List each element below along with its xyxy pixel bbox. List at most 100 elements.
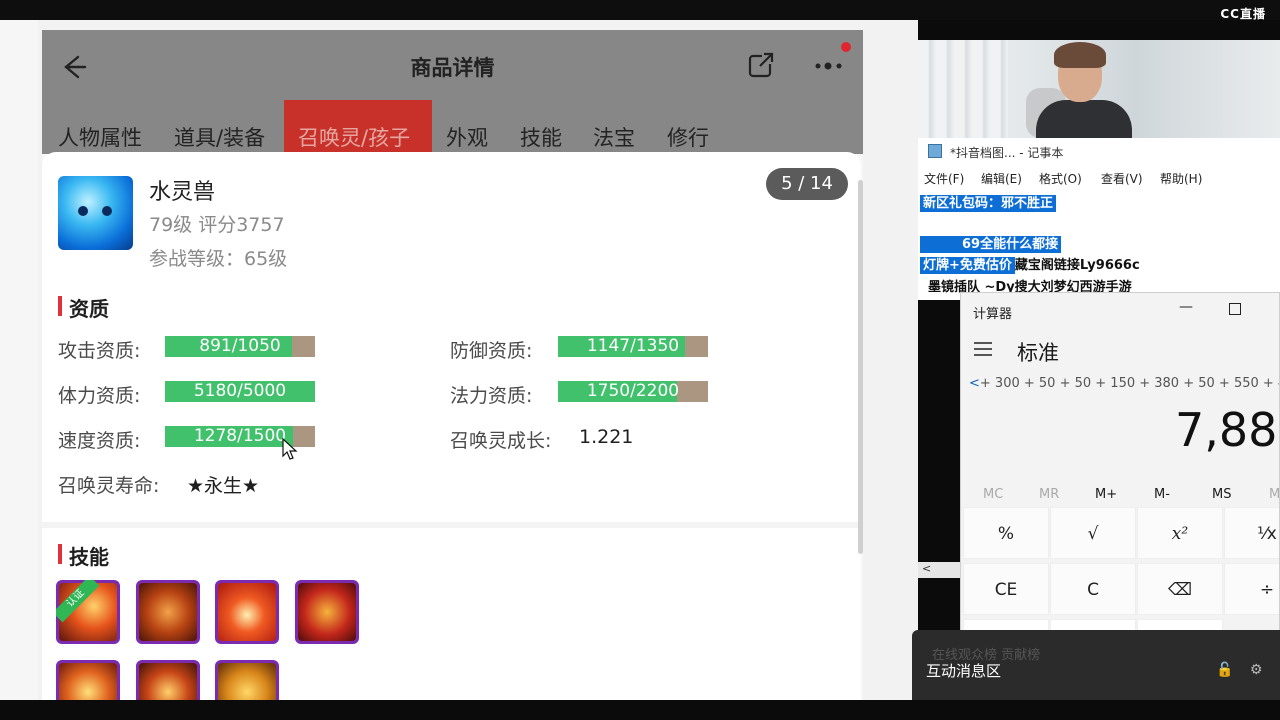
webcam-feed <box>918 40 1280 138</box>
calculator-mode: 标准 <box>1017 341 1059 365</box>
mana-label: 法力资质: <box>450 385 533 407</box>
pet-avatar[interactable] <box>58 176 133 250</box>
percent-key[interactable]: % <box>963 507 1049 559</box>
backspace-icon[interactable]: ⌫ <box>1137 563 1223 615</box>
tab-appearance[interactable]: 外观 <box>446 122 488 152</box>
menu-file[interactable]: 文件(F) <box>924 170 964 187</box>
settings-icon[interactable]: ⚙ <box>1250 662 1263 678</box>
pet-name: 水灵兽 <box>149 180 216 205</box>
stamina-bar: 5180/5000 <box>165 381 315 402</box>
skills-title: 技能 <box>69 545 109 569</box>
tab-character[interactable]: 人物属性 <box>58 122 142 152</box>
notepad-line-light: 灯牌+免费估价 <box>920 257 1015 274</box>
tab-treasure[interactable]: 法宝 <box>593 122 635 152</box>
notepad-icon <box>928 144 942 158</box>
skill-slot[interactable] <box>136 660 200 700</box>
skill-slot[interactable] <box>136 580 200 644</box>
growth-label: 召唤灵成长: <box>450 430 552 452</box>
aptitude-title: 资质 <box>69 297 109 321</box>
c-key[interactable]: C <box>1050 563 1136 615</box>
ce-key[interactable]: CE <box>963 563 1049 615</box>
skill-slot[interactable] <box>215 580 279 644</box>
tab-skills[interactable]: 技能 <box>520 122 562 152</box>
m-list-button[interactable]: M <box>1269 487 1279 502</box>
skill-slot[interactable] <box>56 660 120 700</box>
skill-slot[interactable]: 认证 <box>56 580 120 644</box>
tab-summon[interactable]: 召唤灵/孩子 <box>284 100 432 154</box>
webcam-person-body <box>1036 100 1132 138</box>
ms-button[interactable]: MS <box>1212 487 1231 502</box>
mana-value: 1750/2200 <box>586 381 680 401</box>
minimize-icon[interactable]: — <box>1179 299 1193 315</box>
maximize-icon[interactable] <box>1229 303 1241 315</box>
page-indicator: 5 / 14 <box>766 168 848 200</box>
top-bar <box>0 0 1280 20</box>
notepad-hscroll[interactable]: < <box>918 562 960 578</box>
menu-view[interactable]: 查看(V) <box>1101 170 1143 187</box>
avatar-eye <box>102 206 112 216</box>
stamina-label: 体力资质: <box>58 385 141 407</box>
phoenix-flame-icon <box>218 583 276 641</box>
calculator-display: 7,880 <box>1175 403 1279 457</box>
mc-button[interactable]: MC <box>983 487 1003 502</box>
square-key[interactable]: x² <box>1137 507 1223 559</box>
flame-orb-icon <box>139 583 197 641</box>
sqrt-key[interactable]: √ <box>1050 507 1136 559</box>
skill-slot[interactable] <box>215 660 279 700</box>
golden-guardian-icon <box>218 663 276 700</box>
webcam-curtain <box>918 40 1008 138</box>
calculator-title: 计算器 <box>973 307 1013 322</box>
share-icon[interactable] <box>746 50 776 80</box>
fire-burst-icon <box>139 663 197 700</box>
pet-battle-level: 参战等级：65级 <box>149 248 288 270</box>
defense-bar: 1147/1350 <box>558 336 708 357</box>
skill-slot[interactable] <box>295 580 359 644</box>
calculator-window: 计算器 — 标准 <+ 300 + 50 + 50 + 150 + 380 + … <box>960 292 1280 632</box>
scroll-left-icon[interactable]: < <box>922 562 931 575</box>
hamburger-menu-icon[interactable] <box>973 341 993 357</box>
phone-edge <box>0 20 38 700</box>
section-marker <box>58 296 62 316</box>
chat-controls: 🔓 ⚙ <box>1216 662 1262 678</box>
mouse-cursor-icon <box>282 438 298 460</box>
tab-bar: 人物属性 道具/装备 召唤灵/孩子 外观 技能 法宝 修行 <box>42 100 863 154</box>
mana-bar: 1750/2200 <box>558 381 708 402</box>
menu-format[interactable]: 格式(O) <box>1039 170 1082 187</box>
tab-cultivation[interactable]: 修行 <box>667 122 709 152</box>
tab-items[interactable]: 道具/装备 <box>174 122 265 152</box>
chat-title: 互动消息区 <box>926 662 1002 680</box>
chevron-left-icon[interactable]: < <box>969 376 980 391</box>
notepad-line-gift-code: 新区礼包码：邪不胜正 <box>920 195 1057 212</box>
divide-key[interactable]: ÷ <box>1224 563 1279 615</box>
notepad-line-service: 69全能什么都接 <box>920 236 1062 253</box>
notepad-menu: 文件(F) 编辑(E) 格式(O) 查看(V) 帮助(H) <box>918 168 1280 188</box>
mr-button[interactable]: MR <box>1039 487 1059 502</box>
m-minus-button[interactable]: M- <box>1154 487 1170 502</box>
attack-bar: 891/1050 <box>165 336 315 357</box>
calculator-expression: <+ 300 + 50 + 50 + 150 + 380 + 50 + 550 … <box>969 376 1280 391</box>
menu-edit[interactable]: 编辑(E) <box>981 170 1022 187</box>
product-detail-app: 商品详情 人物属性 道具/装备 召唤灵/孩子 外观 技能 法宝 修行 水灵兽 7… <box>42 30 863 700</box>
m-plus-button[interactable]: M+ <box>1095 487 1117 502</box>
skills-card: 技能 认证 <box>42 528 861 700</box>
more-icon[interactable] <box>812 58 848 74</box>
menu-help[interactable]: 帮助(H) <box>1160 170 1202 187</box>
section-marker <box>58 544 62 564</box>
scrollbar[interactable] <box>858 180 863 554</box>
avatar-eye <box>78 206 88 216</box>
life-value: ★永生★ <box>187 475 260 497</box>
notepad-line-link: 藏宝阁链接Ly9666c <box>1014 258 1140 273</box>
expression-text: + 300 + 50 + 50 + 150 + 380 + 50 + 550 +… <box>979 376 1280 391</box>
demon-face-icon <box>298 583 356 641</box>
webcam-person-hair <box>1054 42 1106 68</box>
lock-icon[interactable]: 🔓 <box>1216 662 1233 678</box>
chat-panel: 在线观众榜 贡献榜 互动消息区 🔓 ⚙ <box>912 630 1280 700</box>
fire-ring-icon <box>59 663 117 700</box>
notepad-title: *抖音档图... - 记事本 <box>950 146 1064 160</box>
growth-value: 1.221 <box>579 426 634 448</box>
attack-value: 891/1050 <box>199 336 281 356</box>
tab-summon-label: 召唤灵/孩子 <box>298 126 411 150</box>
notepad-window: *抖音档图... - 记事本 文件(F) 编辑(E) 格式(O) 查看(V) 帮… <box>918 138 1280 300</box>
page-title: 商品详情 <box>410 56 495 80</box>
reciprocal-key[interactable]: ¹⁄x <box>1224 507 1279 559</box>
